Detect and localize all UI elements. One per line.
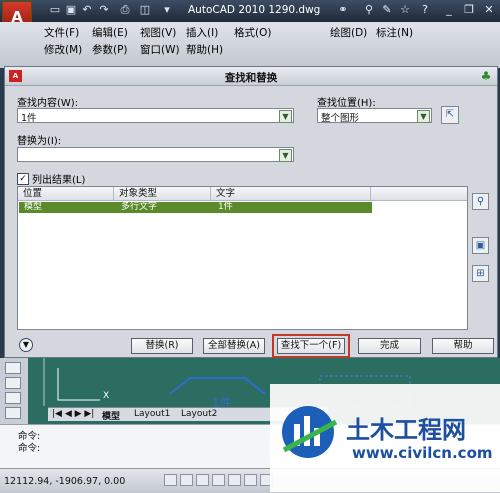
done-button[interactable]: 完成: [358, 338, 421, 354]
app-titlebar: ▭ ▣ ↶ ↷ ⎙ ◫ ▾ AutoCAD 2010 1290.dwg ⚭ ⚲ …: [0, 0, 500, 22]
find-replace-dialog: A 查找和替换 ♣ 查找内容(W): 1件 ▼ 查找位置(H): 整个图形 ▼ …: [4, 66, 498, 358]
search-in-label: 查找位置(H):: [317, 98, 376, 109]
dialog-titlebar[interactable]: A 查找和替换 ♣: [5, 67, 497, 86]
find-next-button[interactable]: 查找下一个(F): [277, 338, 345, 354]
menu-file[interactable]: 文件(F): [44, 25, 79, 40]
selection-set-icon: ▣: [475, 240, 486, 251]
table-row[interactable]: [19, 202, 372, 213]
open-icon[interactable]: ▣: [64, 3, 78, 17]
chevron-down-icon[interactable]: ▼: [279, 149, 292, 162]
grid-toggle[interactable]: [180, 474, 193, 486]
dropdown-icon[interactable]: ▾: [160, 3, 174, 17]
selection-all-icon: ⊞: [476, 268, 485, 279]
help-icon[interactable]: ?: [418, 3, 432, 17]
create-selection-all-button[interactable]: ⊞: [472, 265, 489, 282]
tab-model[interactable]: 模型: [102, 409, 120, 422]
help-button[interactable]: 帮助: [432, 338, 494, 354]
coordinates-readout: 12112.94, -1906.97, 0.00: [4, 476, 126, 487]
find-label: 查找内容(W):: [17, 98, 79, 109]
chevron-down-icon[interactable]: ▼: [417, 110, 430, 123]
undo-icon[interactable]: ↶: [80, 3, 94, 17]
command-prompt: 命令:: [18, 443, 41, 454]
menu-parametric[interactable]: 参数(P): [92, 42, 128, 57]
dialog-title: 查找和替换: [224, 72, 278, 84]
search-in-value: 整个图形: [321, 113, 360, 124]
left-toolbar: [0, 358, 28, 424]
favorite-icon[interactable]: ☆: [398, 3, 412, 17]
tab-nav-arrows[interactable]: |◀ ◀ ▶ ▶|: [52, 409, 94, 419]
restore-icon[interactable]: ❐: [462, 3, 476, 17]
find-value: 1件: [21, 113, 37, 124]
save-icon[interactable]: ◫: [138, 3, 152, 17]
cell-type: 多行文字: [121, 202, 158, 212]
menu-draw[interactable]: 绘图(D): [330, 25, 367, 40]
info-icon[interactable]: ✎: [380, 3, 394, 17]
menu-modify[interactable]: 修改(M): [44, 42, 82, 57]
replace-input[interactable]: ▼: [17, 147, 294, 162]
find-input[interactable]: 1件 ▼: [17, 108, 294, 124]
tool-button[interactable]: [5, 377, 21, 389]
redo-icon[interactable]: ↷: [97, 3, 111, 17]
polar-toggle[interactable]: [212, 474, 225, 486]
watermark-name: 土木工程网: [346, 416, 466, 444]
tool-button[interactable]: [5, 392, 21, 404]
close-icon[interactable]: ✕: [482, 3, 496, 17]
column-header-location[interactable]: 位置: [18, 187, 114, 201]
replace-all-button[interactable]: 全部替换(A): [203, 338, 265, 354]
chevron-down-icon: ▼: [22, 340, 30, 349]
snap-toggle[interactable]: [164, 474, 177, 486]
binoculars-icon[interactable]: ⚭: [336, 3, 350, 17]
tool-button[interactable]: [5, 407, 21, 419]
watermark-url: www.civilcn.com: [352, 444, 493, 462]
tab-layout1[interactable]: Layout1: [134, 409, 170, 419]
menu-view[interactable]: 视图(V): [140, 25, 176, 40]
print-icon[interactable]: ⎙: [118, 3, 132, 17]
cell-location: 模型: [24, 202, 43, 212]
results-table: 位置 对象类型 文字 模型 多行文字 1件: [17, 186, 468, 330]
tab-layout2[interactable]: Layout2: [181, 409, 217, 419]
menu-format[interactable]: 格式(O): [234, 25, 271, 40]
list-results-label: 列出结果(L): [32, 175, 86, 186]
search-icon[interactable]: ⚲: [362, 3, 376, 17]
chevron-down-icon[interactable]: ▼: [279, 110, 292, 123]
minimize-icon[interactable]: _: [442, 3, 456, 17]
clover-icon[interactable]: ♣: [479, 69, 493, 83]
ortho-toggle[interactable]: [196, 474, 209, 486]
menu-insert[interactable]: 插入(I): [186, 25, 218, 40]
column-header-empty: [371, 187, 467, 201]
osnap-toggle[interactable]: [228, 474, 241, 486]
window-title: AutoCAD 2010 1290.dwg: [188, 4, 321, 16]
zoom-to-highlighted-button[interactable]: ⚲: [472, 193, 489, 210]
replace-label: 替换为(I):: [17, 136, 62, 147]
more-options-button[interactable]: ▼: [19, 338, 33, 352]
menu-help[interactable]: 帮助(H): [186, 42, 223, 57]
otrack-toggle[interactable]: [244, 474, 257, 486]
menubar: 文件(F) 编辑(E) 视图(V) 插入(I) 格式(O) 绘图(D) 标注(N…: [0, 22, 500, 60]
zoom-icon: ⚲: [476, 196, 485, 207]
replace-button[interactable]: 替换(R): [131, 338, 193, 354]
select-objects-icon: ⇱: [445, 109, 455, 120]
column-header-type[interactable]: 对象类型: [114, 187, 211, 201]
site-watermark: 土木工程网 www.civilcn.com: [270, 384, 500, 492]
menu-dimension[interactable]: 标注(N): [376, 25, 413, 40]
column-header-text[interactable]: 文字: [211, 187, 371, 201]
menu-edit[interactable]: 编辑(E): [92, 25, 128, 40]
select-objects-button[interactable]: ⇱: [441, 106, 459, 124]
menu-window[interactable]: 窗口(W): [140, 42, 180, 57]
cell-text: 1件: [218, 202, 233, 212]
list-results-checkbox[interactable]: ✓: [17, 173, 29, 185]
axis-x-label: X: [103, 391, 110, 401]
new-icon[interactable]: ▭: [48, 3, 62, 17]
tool-button[interactable]: [5, 362, 21, 374]
create-selection-set-button[interactable]: ▣: [472, 237, 489, 254]
search-in-select[interactable]: 整个图形 ▼: [317, 108, 432, 124]
